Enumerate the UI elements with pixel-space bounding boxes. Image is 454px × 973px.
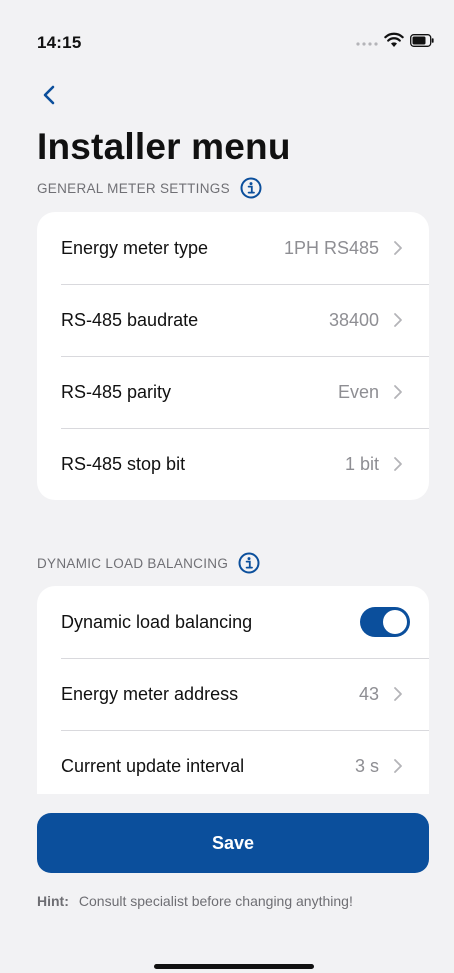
- dynamic-load-balancing-toggle[interactable]: [360, 607, 410, 637]
- battery-icon: [410, 33, 434, 52]
- row-label: Energy meter address: [61, 683, 239, 704]
- chevron-right-icon: [393, 312, 403, 328]
- row-value: 43: [358, 683, 379, 704]
- general-meter-settings-card: Energy meter type 1PH RS485 RS-485 baudr…: [37, 212, 429, 500]
- wifi-icon: [384, 32, 404, 53]
- row-value: Even: [337, 381, 379, 402]
- row-rs485-parity[interactable]: RS-485 parity Even: [37, 356, 429, 428]
- signal-dots-icon: [356, 34, 378, 52]
- row-dynamic-load-balancing-toggle: Dynamic load balancing: [37, 586, 429, 658]
- chevron-right-icon: [393, 384, 403, 400]
- row-energy-meter-address[interactable]: Energy meter address 43: [37, 658, 429, 730]
- chevron-right-icon: [393, 240, 403, 256]
- status-icons: [356, 32, 434, 53]
- save-button[interactable]: Save: [37, 813, 429, 873]
- chevron-right-icon: [393, 456, 403, 472]
- hint: Hint: Consult specialist before changing…: [37, 893, 353, 909]
- row-label: Dynamic load balancing: [61, 611, 253, 632]
- row-rs485-baudrate[interactable]: RS-485 baudrate 38400: [37, 284, 429, 356]
- row-current-update-interval[interactable]: Current update interval 3 s: [37, 730, 429, 794]
- status-time: 14:15: [37, 33, 82, 52]
- section-header-dynamic-load-balancing: DYNAMIC LOAD BALANCING: [37, 552, 260, 574]
- chevron-right-icon: [393, 686, 403, 702]
- status-bar: 14:15: [0, 0, 454, 80]
- row-value: 1 bit: [344, 453, 379, 474]
- row-label: Energy meter type: [61, 237, 209, 258]
- row-value: 1PH RS485: [283, 237, 379, 258]
- info-circle-icon[interactable]: [240, 177, 262, 199]
- row-value: 38400: [328, 309, 379, 330]
- chevron-right-icon: [393, 758, 403, 774]
- hint-text: Consult specialist before changing anyth…: [78, 893, 353, 909]
- row-label: Current update interval: [61, 755, 245, 776]
- row-rs485-stop-bit[interactable]: RS-485 stop bit 1 bit: [37, 428, 429, 500]
- hint-label: Hint:: [37, 893, 69, 909]
- row-value: 3 s: [354, 755, 379, 776]
- row-energy-meter-type[interactable]: Energy meter type 1PH RS485: [37, 212, 429, 284]
- info-circle-icon[interactable]: [238, 552, 260, 574]
- page-title: Installer menu: [37, 126, 291, 167]
- dynamic-load-balancing-card: Dynamic load balancing Energy meter addr…: [37, 586, 429, 794]
- chevron-left-icon: [43, 85, 55, 110]
- section-header-label: GENERAL METER SETTINGS: [37, 180, 230, 196]
- row-label: RS-485 parity: [61, 381, 172, 402]
- section-header-general-meter-settings: GENERAL METER SETTINGS: [37, 177, 262, 199]
- back-button[interactable]: [34, 82, 64, 112]
- section-header-label: DYNAMIC LOAD BALANCING: [37, 555, 229, 571]
- row-label: RS-485 stop bit: [61, 453, 186, 474]
- row-label: RS-485 baudrate: [61, 309, 199, 330]
- home-indicator[interactable]: [154, 964, 314, 969]
- toggle-knob: [383, 610, 407, 634]
